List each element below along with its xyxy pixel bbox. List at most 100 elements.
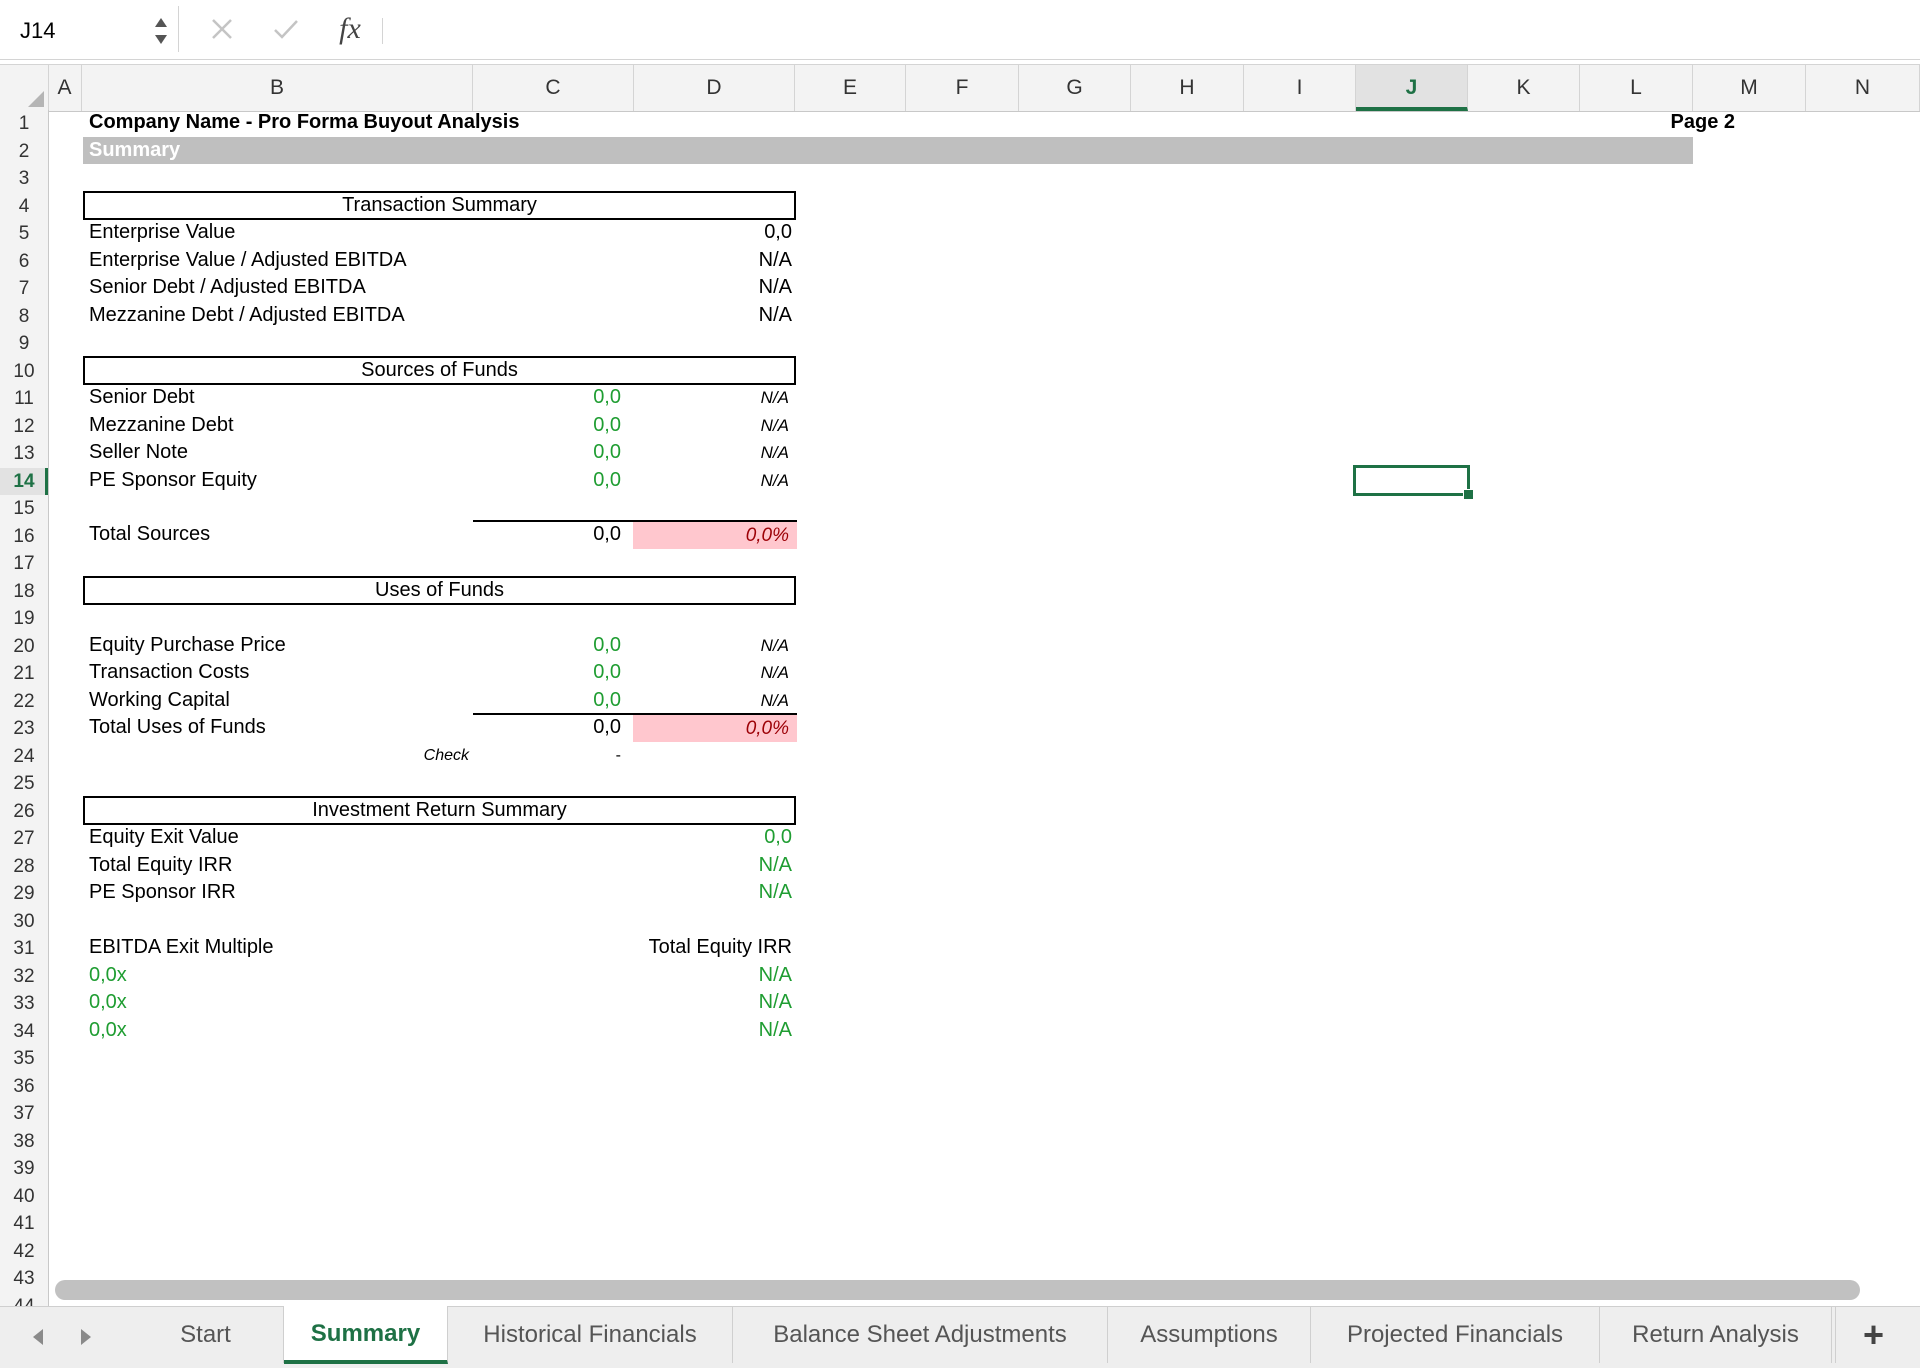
cancel-edit-button[interactable] — [202, 8, 242, 50]
transaction-summary-value[interactable]: N/A — [649, 274, 792, 301]
sources-of-funds-header[interactable]: Sources of Funds — [83, 356, 796, 385]
transaction-summary-value[interactable]: N/A — [649, 302, 792, 329]
row-header-41[interactable]: 41 — [0, 1210, 48, 1238]
uses-pct[interactable]: N/A — [633, 659, 789, 686]
formula-input[interactable] — [392, 10, 1896, 50]
exit-irr-value[interactable]: N/A — [649, 962, 792, 989]
sources-pct[interactable]: N/A — [633, 384, 789, 411]
row-header-20[interactable]: 20 — [0, 633, 48, 661]
uses-label[interactable]: Working Capital — [89, 687, 230, 714]
row-header-40[interactable]: 40 — [0, 1183, 48, 1211]
row-header-13[interactable]: 13 — [0, 440, 48, 468]
row-header-25[interactable]: 25 — [0, 770, 48, 798]
row-header-24[interactable]: 24 — [0, 743, 48, 771]
sources-pct[interactable]: N/A — [633, 467, 789, 494]
row-header-1[interactable]: 1 — [0, 110, 48, 138]
uses-pct[interactable]: N/A — [633, 632, 789, 659]
row-header-32[interactable]: 32 — [0, 963, 48, 991]
transaction-summary-label[interactable]: Senior Debt / Adjusted EBITDA — [89, 274, 366, 301]
return-summary-value[interactable]: 0,0 — [649, 824, 792, 851]
row-header-21[interactable]: 21 — [0, 660, 48, 688]
row-header-26[interactable]: 26 — [0, 798, 48, 826]
column-header-n[interactable]: N — [1806, 65, 1920, 111]
row-header-9[interactable]: 9 — [0, 330, 48, 358]
sources-amount[interactable]: 0,0 — [473, 412, 621, 439]
row-header-43[interactable]: 43 — [0, 1265, 48, 1293]
transaction-summary-label[interactable]: Enterprise Value / Adjusted EBITDA — [89, 247, 407, 274]
row-header-15[interactable]: 15 — [0, 495, 48, 523]
return-summary-value[interactable]: N/A — [649, 879, 792, 906]
exit-multiple-value[interactable]: 0,0x — [89, 962, 127, 989]
column-header-b[interactable]: B — [82, 65, 473, 111]
row-header-12[interactable]: 12 — [0, 413, 48, 441]
row-header-3[interactable]: 3 — [0, 165, 48, 193]
row-header-23[interactable]: 23 — [0, 715, 48, 743]
next-sheet-button[interactable] — [66, 1317, 106, 1357]
tab-historical-financials[interactable]: Historical Financials — [448, 1307, 733, 1363]
total-uses-label[interactable]: Total Uses of Funds — [89, 714, 266, 741]
column-header-k[interactable]: K — [1468, 65, 1580, 111]
row-header-18[interactable]: 18 — [0, 578, 48, 606]
sheet-title[interactable]: Company Name - Pro Forma Buyout Analysis — [89, 110, 519, 136]
tab-balance-sheet-adjustments[interactable]: Balance Sheet Adjustments — [733, 1307, 1108, 1363]
check-value[interactable]: - — [473, 742, 621, 769]
ebitda-exit-multiple-header[interactable]: EBITDA Exit Multiple — [89, 934, 274, 961]
row-header-30[interactable]: 30 — [0, 908, 48, 936]
row-header-11[interactable]: 11 — [0, 385, 48, 413]
exit-irr-value[interactable]: N/A — [649, 1017, 792, 1044]
horizontal-scrollbar[interactable] — [55, 1280, 1860, 1300]
column-header-c[interactable]: C — [473, 65, 634, 111]
column-header-m[interactable]: M — [1693, 65, 1806, 111]
row-header-38[interactable]: 38 — [0, 1128, 48, 1156]
row-header-31[interactable]: 31 — [0, 935, 48, 963]
column-header-h[interactable]: H — [1131, 65, 1244, 111]
row-header-10[interactable]: 10 — [0, 358, 48, 386]
uses-label[interactable]: Equity Purchase Price — [89, 632, 286, 659]
total-uses-pct[interactable]: 0,0% — [633, 715, 797, 742]
row-header-29[interactable]: 29 — [0, 880, 48, 908]
name-box-stepper-icon[interactable] — [150, 14, 172, 48]
confirm-edit-button[interactable] — [266, 8, 306, 50]
transaction-summary-value[interactable]: 0,0 — [649, 219, 792, 246]
transaction-summary-label[interactable]: Enterprise Value — [89, 219, 235, 246]
column-header-g[interactable]: G — [1019, 65, 1131, 111]
column-header-e[interactable]: E — [795, 65, 906, 111]
tab-start[interactable]: Start — [128, 1307, 284, 1363]
sources-label[interactable]: PE Sponsor Equity — [89, 467, 257, 494]
uses-amount[interactable]: 0,0 — [473, 659, 621, 686]
uses-amount[interactable]: 0,0 — [473, 687, 621, 714]
sources-amount[interactable]: 0,0 — [473, 384, 621, 411]
total-uses-amount[interactable]: 0,0 — [473, 714, 621, 741]
check-label[interactable]: Check — [349, 742, 469, 769]
uses-label[interactable]: Transaction Costs — [89, 659, 249, 686]
column-header-l[interactable]: L — [1580, 65, 1693, 111]
uses-pct[interactable]: N/A — [633, 687, 789, 714]
active-cell-j14[interactable] — [1353, 465, 1470, 496]
return-summary-label[interactable]: PE Sponsor IRR — [89, 879, 236, 906]
previous-sheet-button[interactable] — [18, 1317, 58, 1357]
section-header-bar[interactable]: Summary — [83, 137, 1693, 164]
total-sources-amount[interactable]: 0,0 — [473, 521, 621, 548]
add-sheet-button[interactable]: + — [1835, 1307, 1911, 1363]
row-header-4[interactable]: 4 — [0, 193, 48, 221]
row-header-42[interactable]: 42 — [0, 1238, 48, 1266]
tab-return-analysis[interactable]: Return Analysis — [1600, 1307, 1832, 1363]
column-header-d[interactable]: D — [634, 65, 795, 111]
row-header-7[interactable]: 7 — [0, 275, 48, 303]
sources-label[interactable]: Senior Debt — [89, 384, 195, 411]
return-summary-label[interactable]: Total Equity IRR — [89, 852, 232, 879]
row-header-2[interactable]: 2 — [0, 138, 48, 166]
total-sources-pct[interactable]: 0,0% — [633, 522, 797, 549]
row-header-19[interactable]: 19 — [0, 605, 48, 633]
return-summary-value[interactable]: N/A — [649, 852, 792, 879]
row-header-14[interactable]: 14 — [0, 467, 48, 495]
sources-label[interactable]: Mezzanine Debt — [89, 412, 234, 439]
column-header-a[interactable]: A — [48, 65, 82, 111]
name-box[interactable]: J14 — [0, 6, 179, 52]
sources-label[interactable]: Seller Note — [89, 439, 188, 466]
exit-multiple-value[interactable]: 0,0x — [89, 989, 127, 1016]
name-box-value[interactable]: J14 — [20, 18, 55, 44]
row-header-39[interactable]: 39 — [0, 1155, 48, 1183]
column-header-j[interactable]: J — [1356, 65, 1468, 111]
row-header-36[interactable]: 36 — [0, 1073, 48, 1101]
